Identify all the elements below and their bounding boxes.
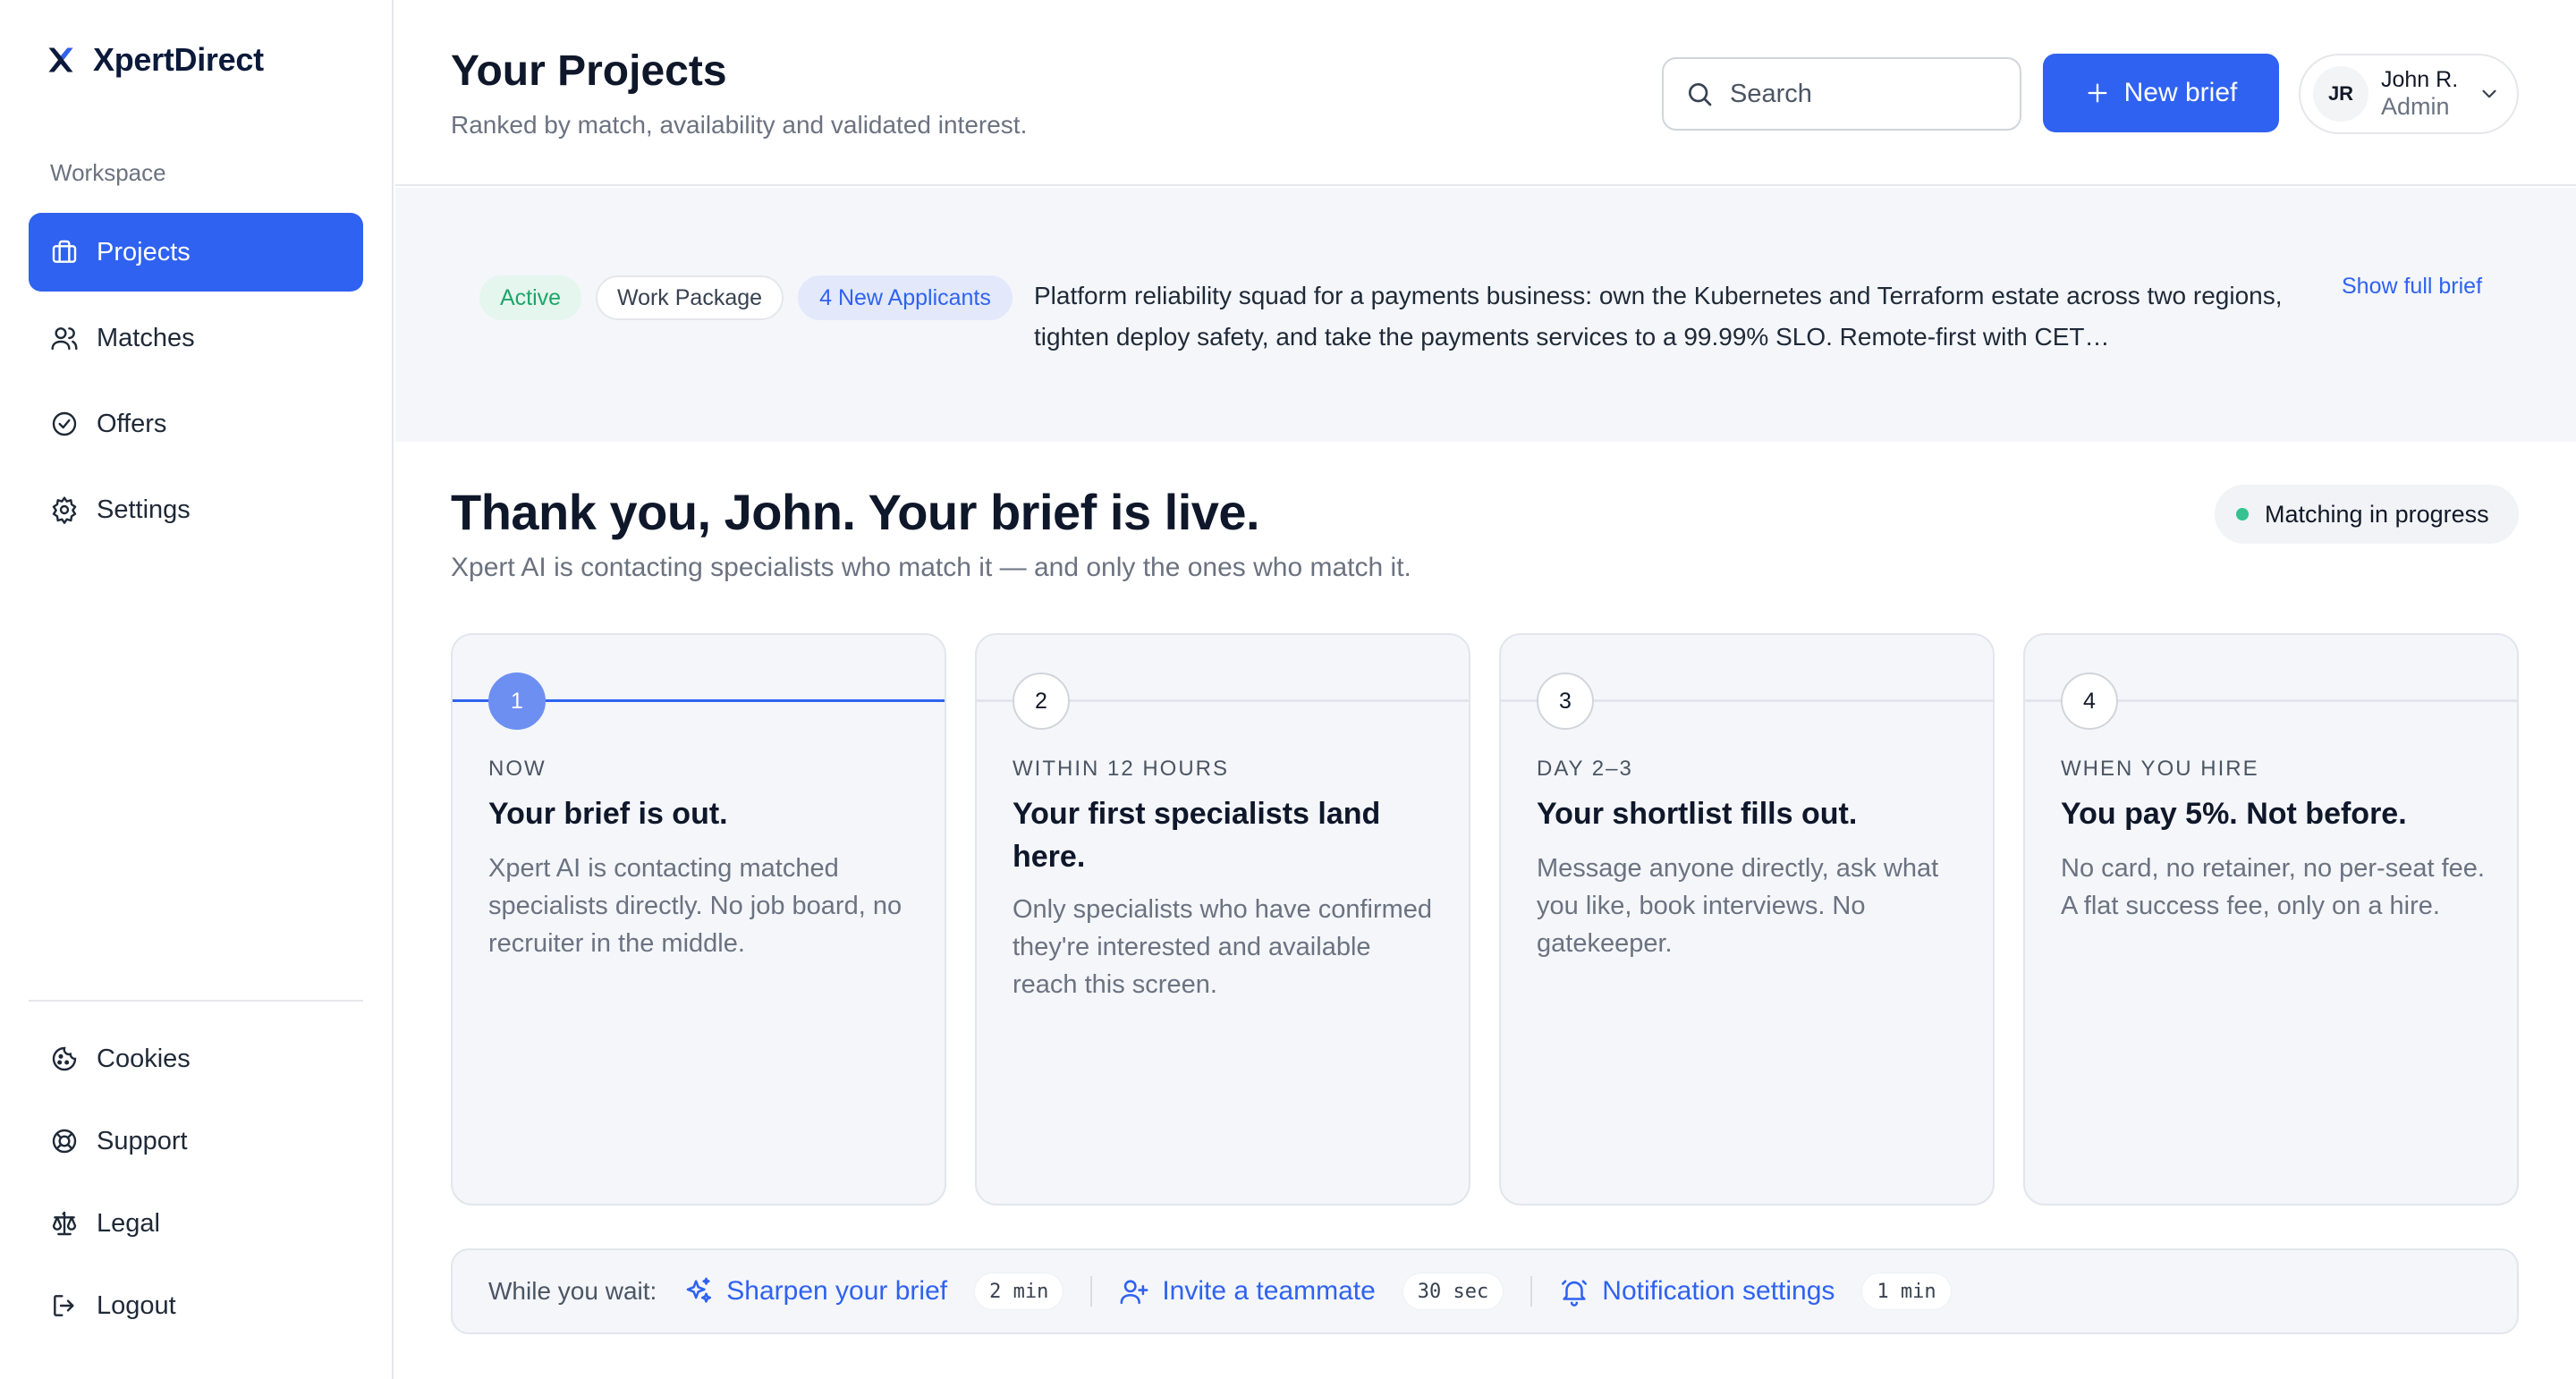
sidebar-item-cookies[interactable]: Cookies — [29, 1021, 363, 1096]
step-number: 4 — [2061, 673, 2118, 730]
bell-icon — [1562, 1280, 1588, 1307]
show-full-brief-link[interactable]: Show full brief — [2342, 274, 2482, 300]
confirmation-title: Thank you, John. Your brief is live. — [451, 484, 1260, 540]
step-title: Your shortlist fills out. — [1537, 797, 1858, 831]
step-description: Xpert AI is contacting matched specialis… — [488, 854, 902, 958]
step-description: Only specialists who have confirmed they… — [1013, 895, 1433, 999]
page-title: Your Projects — [451, 47, 727, 95]
sidebar-item-logout[interactable]: Logout — [29, 1268, 363, 1343]
sidebar-item-settings[interactable]: Settings — [29, 470, 363, 549]
sidebar-item-legal[interactable]: Legal — [29, 1186, 363, 1261]
search-input[interactable] — [1730, 79, 1998, 109]
step-card-2: 2 WITHIN 12 HOURS Your first specialists… — [975, 633, 1470, 1206]
sidebar-item-matches[interactable]: Matches — [29, 299, 363, 377]
sidebar-item-label: Legal — [97, 1208, 160, 1238]
sidebar-nav: Projects Matches Offers Settings — [29, 213, 363, 556]
avatar: JR — [2313, 66, 2368, 122]
chevron-down-icon — [2482, 89, 2496, 98]
user-name: John R. — [2381, 67, 2459, 93]
sidebar-item-projects[interactable]: Projects — [29, 213, 363, 292]
scale-icon — [52, 1211, 77, 1236]
search-box[interactable] — [1662, 57, 2021, 131]
step-card-4: 4 WHEN YOU HIRE You pay 5%. Not before. … — [2023, 633, 2519, 1206]
new-brief-label: New brief — [2123, 78, 2238, 107]
plus-icon — [2088, 83, 2107, 103]
invite-teammate-action[interactable]: Invite a teammate 30 sec — [1119, 1273, 1504, 1310]
matching-status-label: Matching in progress — [2265, 500, 2489, 528]
status-dot-icon — [2236, 508, 2249, 520]
divider — [1090, 1276, 1093, 1307]
step-label: WITHIN 12 HOURS — [1013, 757, 1230, 781]
brand-name: XpertDirect — [93, 41, 264, 78]
type-badge: Work Package — [596, 275, 784, 320]
cookie-icon — [52, 1046, 77, 1071]
users-icon — [51, 327, 78, 351]
sidebar-item-support[interactable]: Support — [29, 1104, 363, 1179]
step-title: You pay 5%. Not before. — [2061, 797, 2407, 831]
check-circle-icon — [52, 411, 77, 436]
sidebar-item-label: Matches — [97, 323, 195, 352]
sidebar-item-label: Projects — [97, 237, 191, 266]
sidebar-divider — [29, 1000, 363, 1002]
page-header: Your Projects Ranked by match, availabil… — [395, 0, 2576, 186]
time-estimate-badge: 1 min — [1861, 1273, 1952, 1310]
x-logo-icon — [48, 47, 73, 72]
wait-action-label: Sharpen your brief — [726, 1276, 948, 1306]
divider — [1530, 1276, 1533, 1307]
workspace-label: Workspace — [50, 159, 166, 186]
user-role: Admin — [2381, 92, 2450, 120]
confirmation-subtitle: Xpert AI is contacting specialists who m… — [451, 553, 1411, 582]
sidebar-item-label: Cookies — [97, 1044, 191, 1073]
logout-icon — [54, 1295, 74, 1316]
status-badge: Active — [479, 275, 581, 320]
sidebar-item-label: Support — [97, 1126, 188, 1155]
search-icon — [1689, 83, 1712, 106]
step-title: Your first specialists land here. — [1013, 797, 1381, 874]
step-label: WHEN YOU HIRE — [2061, 757, 2259, 781]
step-description: No card, no retainer, no per-seat fee. A… — [2061, 854, 2485, 920]
step-description: Message anyone directly, ask what you li… — [1537, 854, 1939, 958]
step-number: 3 — [1537, 673, 1594, 730]
gear-icon — [52, 496, 77, 524]
while-you-wait-label: While you wait: — [488, 1277, 657, 1305]
wait-action-label: Notification settings — [1602, 1276, 1835, 1306]
sharpen-brief-action[interactable]: Sharpen your brief 2 min — [683, 1273, 1064, 1310]
step-card-1: 1 NOW Your brief is out. Xpert AI is con… — [451, 633, 946, 1206]
sidebar-item-label: Offers — [97, 409, 167, 438]
wait-action-label: Invite a teammate — [1162, 1276, 1376, 1306]
while-you-wait-bar: While you wait: Sharpen your brief 2 min… — [451, 1248, 2519, 1334]
step-label: NOW — [488, 757, 547, 781]
new-brief-button[interactable]: New brief — [2043, 54, 2279, 132]
lifebuoy-icon — [52, 1129, 77, 1154]
sidebar: XpertDirect Workspace Projects Matches O… — [0, 0, 394, 1379]
step-card-3: 3 DAY 2–3 Your shortlist fills out. Mess… — [1499, 633, 1995, 1206]
brand-logo[interactable]: XpertDirect — [45, 41, 264, 79]
sparkles-icon — [686, 1277, 712, 1303]
user-menu[interactable]: JR John R. Admin — [2299, 54, 2519, 134]
sidebar-item-offers[interactable]: Offers — [29, 385, 363, 463]
step-number: 1 — [488, 673, 546, 730]
time-estimate-badge: 30 sec — [1402, 1273, 1504, 1310]
briefcase-icon — [52, 240, 77, 263]
step-label: DAY 2–3 — [1537, 757, 1633, 781]
user-info: John R. Admin — [2381, 67, 2458, 121]
matching-status-pill: Matching in progress — [2215, 485, 2519, 544]
sidebar-item-label: Logout — [97, 1290, 176, 1320]
sidebar-bottom-nav: Cookies Support Legal Logout — [29, 1021, 363, 1350]
brief-banner: Active Work Package 4 New Applicants Pla… — [395, 188, 2576, 442]
brief-summary: Platform reliability squad for a payment… — [1034, 282, 2283, 351]
step-number: 2 — [1013, 673, 1070, 730]
user-plus-icon — [1120, 1280, 1148, 1305]
applicants-badge[interactable]: 4 New Applicants — [798, 275, 1013, 320]
notification-settings-action[interactable]: Notification settings 1 min — [1559, 1273, 1952, 1310]
time-estimate-badge: 2 min — [974, 1273, 1064, 1310]
step-title: Your brief is out. — [488, 797, 728, 831]
sidebar-item-label: Settings — [97, 495, 191, 524]
page-subtitle: Ranked by match, availability and valida… — [451, 111, 1028, 139]
